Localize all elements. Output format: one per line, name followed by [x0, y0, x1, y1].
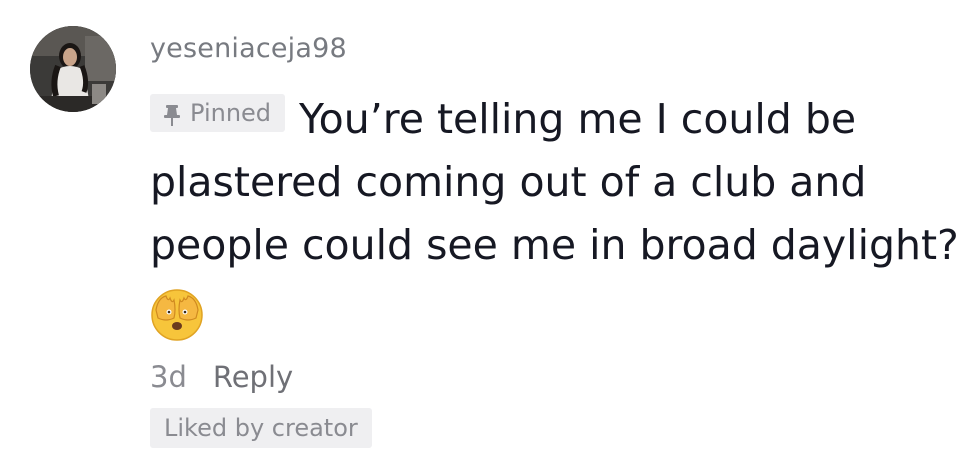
comment-timestamp: 3d	[150, 360, 187, 394]
comment-meta: 3d Reply	[150, 360, 293, 394]
comment-username[interactable]: yeseniaceja98	[150, 33, 347, 64]
pin-icon	[162, 101, 182, 126]
avatar[interactable]	[30, 26, 116, 112]
avatar-photo	[30, 26, 116, 112]
pinned-badge: Pinned	[150, 94, 286, 132]
comment-body: Pinned You’re telling me I could be plas…	[150, 88, 965, 277]
pinned-label: Pinned	[190, 99, 272, 127]
face-with-hands-covering-eyes-icon	[150, 288, 204, 342]
comment-item: yeseniaceja98 Pinned You’re telling me I…	[0, 0, 980, 452]
reply-button[interactable]: Reply	[213, 360, 293, 394]
liked-by-creator-badge: Liked by creator	[150, 408, 372, 448]
